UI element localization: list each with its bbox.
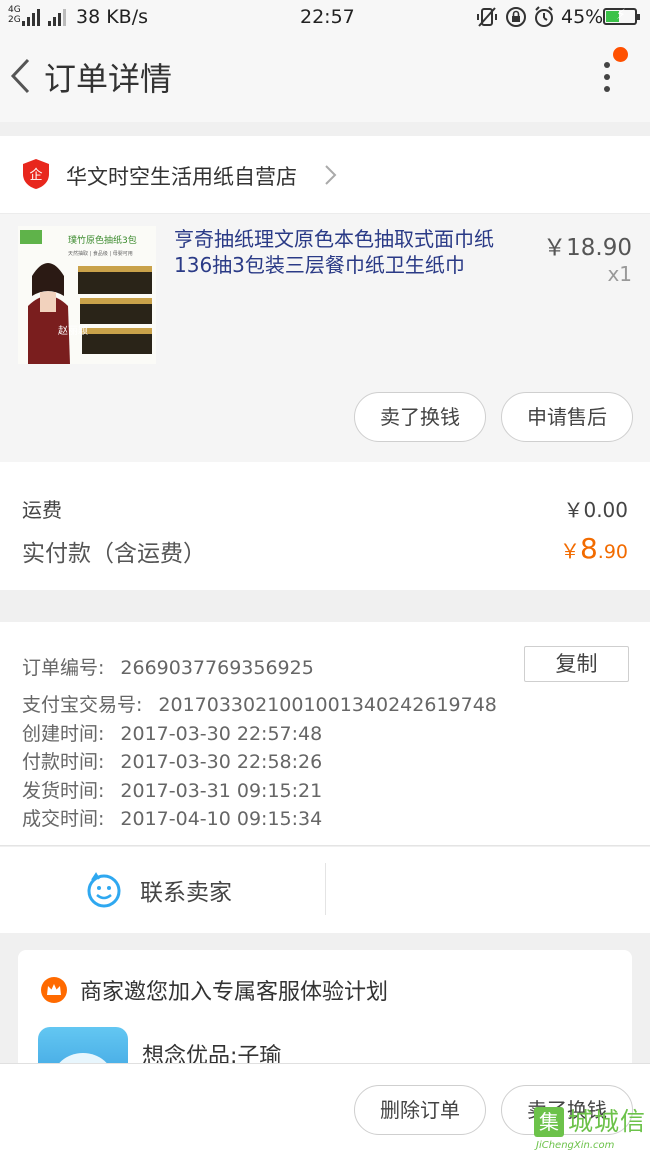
paid-integer: 8: [579, 532, 598, 565]
product-image-brand: 赵丽颖: [58, 324, 88, 337]
info-label: 发货时间:: [22, 780, 105, 802]
sell-for-cash-button[interactable]: 卖了换钱: [354, 392, 486, 442]
created-time-row: 创建时间: 2017-03-30 22:57:48: [22, 719, 322, 746]
completed-time-row: 成交时间: 2017-04-10 09:15:34: [22, 804, 322, 831]
battery-percentage: 45%: [561, 6, 604, 28]
fee-summary: 运费 ￥0.00 实付款（含运费） ￥8.90: [0, 462, 650, 590]
notification-dot: [613, 47, 628, 62]
product-photo: 璞竹原色抽纸3包 天然抽取 | 食品级 | 母婴可用 赵丽颖: [18, 226, 156, 364]
status-bar: 4G 2G 38 KB/s 22:57 45% ⚡: [0, 0, 650, 34]
contact-area: 联系卖家: [0, 847, 650, 933]
paid-decimal: .90: [597, 541, 628, 563]
sell-for-cash-bottom-button[interactable]: 卖了换钱: [501, 1085, 633, 1135]
info-value: 2017033021001001340242619748: [158, 694, 497, 716]
info-value: 2017-03-30 22:58:26: [120, 751, 323, 773]
info-value: 2017-04-10 09:15:34: [120, 808, 323, 830]
info-value: 2017-03-31 09:15:21: [120, 780, 323, 802]
product-quantity: x1: [607, 262, 632, 286]
order-info: 订单编号: 2669037769356925 复制 支付宝交易号: 20170330…: [0, 622, 650, 846]
copy-button[interactable]: 复制: [524, 646, 629, 682]
info-value: 2017-03-30 22:57:48: [120, 723, 323, 745]
chat-smile-icon: [87, 872, 121, 908]
more-dot-icon: [604, 74, 610, 80]
crown-icon: [41, 977, 67, 1003]
info-label: 付款时间:: [22, 751, 105, 773]
shipped-time-row: 发货时间: 2017-03-31 09:15:21: [22, 776, 322, 803]
network-type-top: 4G: [8, 5, 21, 15]
after-sales-button[interactable]: 申请售后: [501, 392, 633, 442]
network-speed: 38 KB/s: [76, 6, 149, 28]
info-value: 2669037769356925: [120, 657, 314, 679]
clock: 22:57: [300, 6, 355, 28]
network-type-indicator: 4G 2G: [8, 5, 21, 25]
vibrate-icon: [476, 6, 498, 33]
alarm-icon: [533, 6, 555, 33]
product-title[interactable]: 亨奇抽纸理文原色本色抽取式面巾纸136抽3包装三层餐巾纸卫生纸巾: [174, 226, 526, 278]
page-title: 订单详情: [44, 60, 173, 98]
back-button[interactable]: [8, 56, 34, 96]
enterprise-shield-icon: 企: [23, 159, 49, 189]
shipping-fee-label: 运费: [22, 498, 62, 522]
bottom-action-bar: 删除订单 卖了换钱: [0, 1063, 650, 1155]
delete-order-button[interactable]: 删除订单: [354, 1085, 486, 1135]
signal-strength-icon: [22, 8, 40, 26]
product-image-caption: 璞竹原色抽纸3包: [68, 234, 137, 246]
info-label: 创建时间:: [22, 723, 105, 745]
more-dot-icon: [604, 62, 610, 68]
paid-amount-label: 实付款（含运费）: [22, 541, 206, 567]
alipay-number-row: 支付宝交易号: 2017033021001001340242619748: [22, 690, 497, 717]
chevron-left-icon: [10, 58, 30, 94]
product-image-subcaption: 天然抽取 | 食品级 | 母婴可用: [68, 250, 133, 257]
info-label: 支付宝交易号:: [22, 694, 143, 716]
nav-bar: 订单详情: [0, 34, 650, 122]
contact-seller-label: 联系卖家: [140, 880, 232, 906]
signal-strength-2-icon: [48, 8, 66, 26]
info-label: 订单编号:: [22, 657, 105, 679]
invite-title: 商家邀您加入专属客服体验计划: [80, 980, 389, 1005]
paid-currency: ￥: [559, 539, 580, 563]
order-number-row: 订单编号: 2669037769356925: [22, 653, 314, 680]
svg-text:企: 企: [29, 167, 42, 183]
paid-time-row: 付款时间: 2017-03-30 22:58:26: [22, 747, 322, 774]
more-dot-icon: [604, 86, 610, 92]
chevron-right-icon: [325, 165, 337, 185]
shop-row[interactable]: 企 华文时空生活用纸自营店: [0, 136, 650, 214]
network-type-bottom: 2G: [8, 15, 21, 25]
rotation-lock-icon: [505, 6, 527, 33]
battery-charging-icon: ⚡: [603, 7, 640, 25]
shop-name: 华文时空生活用纸自营店: [66, 165, 297, 189]
divider: [325, 863, 326, 915]
product-image[interactable]: 璞竹原色抽纸3包 天然抽取 | 食品级 | 母婴可用 赵丽颖: [18, 226, 156, 364]
product-price: ￥18.90: [543, 235, 632, 261]
info-label: 成交时间:: [22, 808, 105, 830]
paid-amount-value: ￥8.90: [560, 532, 628, 565]
contact-seller-button[interactable]: 联系卖家: [86, 867, 232, 913]
shipping-fee-value: ￥0.00: [563, 498, 628, 522]
more-options-button[interactable]: [596, 58, 618, 98]
product-area: 璞竹原色抽纸3包 天然抽取 | 食品级 | 母婴可用 赵丽颖 亨奇抽纸理文原色本…: [0, 214, 650, 462]
